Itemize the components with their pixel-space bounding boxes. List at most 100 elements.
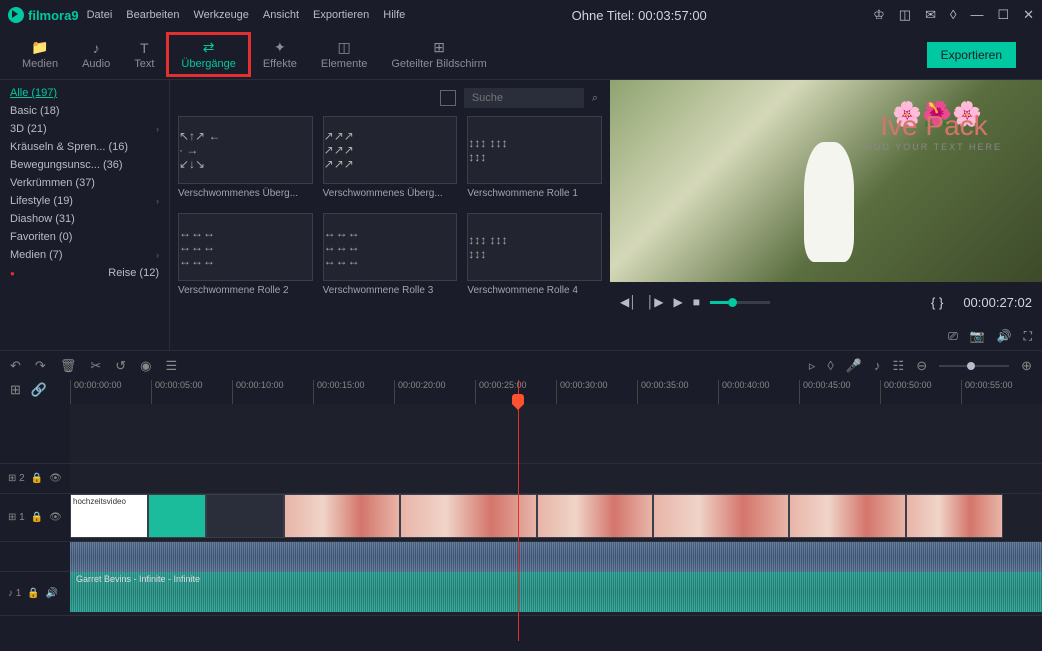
video-audio-track[interactable] (0, 542, 1042, 572)
zoom-out-button[interactable]: ⊖ (916, 358, 927, 374)
menu-bearbeiten[interactable]: Bearbeiten (126, 9, 179, 21)
overlay-title: Ive Pack (866, 110, 1002, 142)
sidebar-item-basic[interactable]: Basic (18) (0, 102, 169, 120)
display-icon[interactable]: ⎚ (948, 329, 958, 344)
snapshot-icon[interactable]: 📷 (970, 329, 985, 343)
playhead[interactable] (518, 380, 519, 641)
video-clip[interactable] (284, 494, 401, 538)
fullscreen-icon[interactable]: ⛶ (1024, 329, 1032, 344)
visibility-icon[interactable]: 👁 (49, 473, 62, 484)
search-icon[interactable]: ⌕ (592, 92, 598, 105)
sidebar-item-alle[interactable]: Alle (197) (0, 84, 169, 102)
ruler-mark: 00:00:45:00 (799, 380, 880, 404)
sidebar-item-diashow[interactable]: Diashow (31) (0, 210, 169, 228)
zoom-in-button[interactable]: ⊕ (1021, 358, 1032, 374)
sidebar-item-favoriten[interactable]: Favoriten (0) (0, 228, 169, 246)
menu-ansicht[interactable]: Ansicht (263, 9, 299, 21)
transition-item[interactable]: ↗↗↗ ↗↗↗ ↗↗↗Verschwommenes Überg... (323, 116, 458, 203)
zoom-slider[interactable] (939, 365, 1009, 367)
menu-exportieren[interactable]: Exportieren (313, 9, 369, 21)
mute-icon[interactable]: 🔊 (46, 588, 58, 599)
braces-icon[interactable]: { } (931, 295, 943, 310)
lock-icon[interactable]: 🔒 (31, 512, 43, 523)
sidebar-item-3d[interactable]: 3D (21)› (0, 120, 169, 138)
undo-button[interactable]: ↶ (10, 358, 21, 374)
sidebar-label: Diashow (31) (10, 213, 75, 225)
mic-button[interactable]: 🎤 (846, 358, 862, 374)
delete-button[interactable]: 🗑 (60, 358, 77, 374)
music-button[interactable]: ♪ (874, 358, 881, 373)
video-clip[interactable] (789, 494, 906, 538)
video-clip[interactable] (906, 494, 1003, 538)
cut-button[interactable]: ✂ (90, 358, 101, 374)
video-clip[interactable] (537, 494, 654, 538)
sidebar-item-medien[interactable]: Medien (7)› (0, 246, 169, 264)
video-clip[interactable] (148, 494, 206, 538)
transition-item[interactable]: ↕↕↕ ↕↕↕ ↕↕↕Verschwommene Rolle 1 (467, 116, 602, 203)
transition-item[interactable]: ↕↕↕ ↕↕↕ ↕↕↕Verschwommene Rolle 4 (467, 213, 602, 300)
grid-view-icon[interactable] (440, 90, 456, 106)
titlebar: filmora9 Datei Bearbeiten Werkzeuge Ansi… (0, 0, 1042, 30)
render-button[interactable]: ▹ (809, 358, 816, 374)
menu-hilfe[interactable]: Hilfe (383, 9, 405, 21)
history-button[interactable]: ↺ (115, 358, 126, 374)
video-clip[interactable] (206, 494, 284, 538)
effects-icon: ✦ (274, 39, 286, 56)
overlay-track[interactable]: ⊞ 2 🔒 👁 (0, 464, 1042, 494)
stop-button[interactable]: ■ (693, 295, 700, 309)
minimize-button[interactable]: — (970, 7, 983, 23)
tab-effekte[interactable]: ✦Effekte (251, 35, 309, 74)
transition-item[interactable]: ↖↑↗ ← · → ↙↓↘Verschwommenes Überg... (178, 116, 313, 203)
close-button[interactable]: ✕ (1023, 7, 1034, 23)
marker2-button[interactable]: ◊ (827, 358, 833, 373)
video-clip[interactable] (400, 494, 536, 538)
settings-button[interactable]: ☰ (165, 358, 177, 374)
sidebar-item-bewegung[interactable]: Bewegungsunsc... (36) (0, 156, 169, 174)
track-header: ♪ 1 🔒 🔊 (0, 572, 70, 615)
video-track[interactable]: ⊞ 1 🔒 👁 hochzeitsvideo (0, 494, 1042, 542)
volume-slider[interactable] (710, 301, 770, 304)
menu-datei[interactable]: Datei (87, 9, 113, 21)
audio-clip[interactable]: Garret Bevins - Infinite - Infinite (70, 572, 1042, 612)
tab-geteilter[interactable]: ⊞Geteilter Bildschirm (379, 35, 498, 74)
tab-uebergaenge[interactable]: ⇄Übergänge (166, 32, 250, 77)
lock-icon[interactable]: 🔒 (31, 473, 43, 484)
video-clip[interactable]: hochzeitsvideo (70, 494, 148, 538)
feedback-icon[interactable]: ◫ (899, 7, 911, 23)
title-overlay: Ive Pack ADD YOUR TEXT HERE (866, 110, 1002, 152)
redo-button[interactable]: ↷ (35, 358, 46, 374)
transitions-panel: ⌕ ↖↑↗ ← · → ↙↓↘Verschwommenes Überg... ↗… (170, 80, 610, 350)
sidebar-item-kraeuseln[interactable]: Kräuseln & Spren... (16) (0, 138, 169, 156)
maximize-button[interactable]: ☐ (997, 7, 1009, 23)
marker-button[interactable]: ◉ (140, 358, 151, 374)
notification-icon[interactable]: ◊ (950, 7, 956, 23)
tab-audio[interactable]: ♪Audio (70, 36, 122, 74)
sidebar-item-verkruemmen[interactable]: Verkrümmen (37) (0, 174, 169, 192)
video-clip[interactable] (653, 494, 789, 538)
export-button[interactable]: Exportieren (927, 42, 1016, 68)
play-button[interactable]: ▶ (673, 295, 682, 309)
search-input[interactable] (464, 88, 584, 108)
user-icon[interactable]: ♔ (873, 7, 885, 23)
sidebar-item-lifestyle[interactable]: Lifestyle (19)› (0, 192, 169, 210)
mail-icon[interactable]: ✉ (925, 7, 936, 23)
transition-item[interactable]: ↔↔↔ ↔↔↔ ↔↔↔Verschwommene Rolle 3 (323, 213, 458, 300)
ruler-mark: 00:00:05:00 (151, 380, 232, 404)
prev-frame-button[interactable]: ◀│ (620, 295, 637, 309)
timeline-toolbar: ↶ ↷ 🗑 ✂ ↺ ◉ ☰ ▹ ◊ 🎤 ♪ ☷ ⊖ ⊕ (0, 350, 1042, 380)
volume-icon[interactable]: 🔊 (997, 329, 1012, 343)
step-back-button[interactable]: │▶ (647, 295, 664, 309)
mixer-button[interactable]: ☷ (893, 358, 905, 374)
menu-werkzeuge[interactable]: Werkzeuge (193, 9, 248, 21)
tab-medien[interactable]: 📁Medien (10, 35, 70, 74)
playback-controls: ◀│ │▶ ▶ ■ { } 00:00:27:02 (610, 282, 1042, 322)
audio-track[interactable]: ♪ 1 🔒 🔊 Garret Bevins - Infinite - Infin… (0, 572, 1042, 616)
sidebar-item-reise[interactable]: Reise (12) (0, 264, 169, 282)
audio-waveform[interactable] (70, 542, 1042, 572)
visibility-icon[interactable]: 👁 (49, 512, 62, 523)
preview-video[interactable]: 🌸🌺🌸 Ive Pack ADD YOUR TEXT HERE (610, 80, 1042, 282)
tab-elemente[interactable]: ◫Elemente (309, 35, 379, 74)
lock-icon[interactable]: 🔒 (27, 588, 39, 599)
transition-item[interactable]: ↔↔↔ ↔↔↔ ↔↔↔Verschwommene Rolle 2 (178, 213, 313, 300)
tab-text[interactable]: TText (122, 36, 166, 74)
